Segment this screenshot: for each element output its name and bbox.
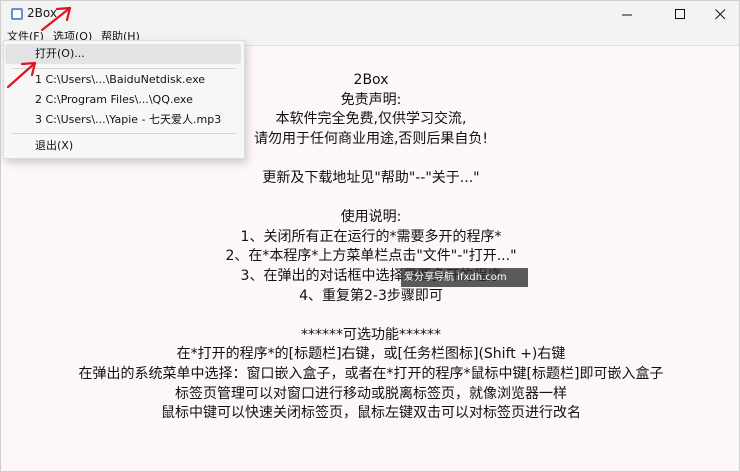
app-window: 2Box 文件(F) 选项(O) 帮助(H) 2Box 免责声明: 本软件完全免…	[0, 0, 740, 472]
content-line: ******可选功能******	[301, 326, 441, 343]
content-line: 在*打开的程序*的[标题栏]右键，或[任务栏图标](Shift +)右键	[176, 346, 566, 363]
content-line: 鼠标中键可以快速关闭标签页，鼠标左键双击可以对标签页进行改名	[161, 405, 581, 422]
content-line: 1、关闭所有正在运行的*需要多开的程序*	[240, 228, 502, 245]
watermark-banner: 爱分享导航 ifxdh.com	[401, 268, 528, 287]
content-line: 标签页管理可以对窗口进行移动或脱离标签页，就像浏览器一样	[175, 385, 567, 402]
content-line: 2、在*本程序*上方菜单栏点击"文件"-"打开..."	[225, 248, 517, 265]
content-line: 3、在弹出的对话框中选择需要多开的程序	[240, 267, 502, 284]
content-line: 在弹出的系统菜单中选择：窗口嵌入盒子，或者在*打开的程序*鼠标中键[标题栏]即可…	[78, 365, 664, 382]
content-line: 更新及下载地址见"帮助"--"关于..."	[262, 169, 480, 186]
annotation-arrow-icon	[6, 6, 72, 89]
content-line: 4、重复第2-3步骤即可	[299, 287, 443, 304]
content-line: 使用说明:	[340, 209, 402, 226]
content-line	[1, 306, 740, 326]
content-line	[1, 189, 740, 209]
